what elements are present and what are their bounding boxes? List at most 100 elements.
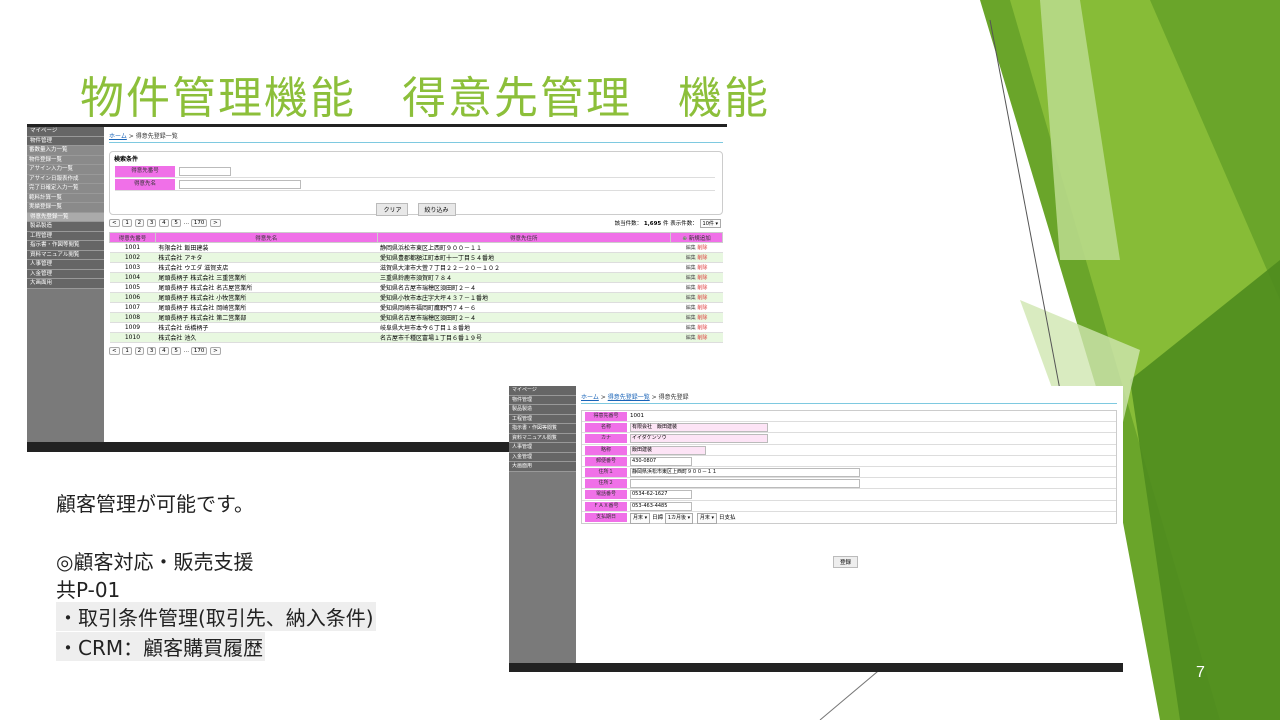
sidebar-item[interactable]: 完了日確定入力一覧 [27,184,104,194]
pager-page[interactable]: 5 [171,219,181,227]
delete-button[interactable]: 削除 [697,295,707,301]
delete-button[interactable]: 削除 [697,325,707,331]
sidebar-item[interactable]: 人事管理 [509,443,576,453]
table-row[interactable]: 1007 尾頭長柄子 株式会社 岡崎営業所 愛知県岡崎市福岡町鷹野門７４－６ 編集 削… [109,302,723,313]
delete-button[interactable]: 削除 [697,255,707,261]
pager-last[interactable]: 170 [190,219,208,227]
field-value[interactable]: 053-463-4485 [630,501,692,511]
col-header-number[interactable]: 得意先番号 [109,232,156,243]
pager-page[interactable]: 4 [159,347,169,355]
pager-page[interactable]: 1 [122,219,132,227]
sidebar-item[interactable]: マイページ [509,386,576,396]
table-row[interactable]: 1004 尾頭長柄子 株式会社 三重営業所 三重県鈴鹿市須賀町７８４ 編集 削除 [109,272,723,283]
pager-prev[interactable]: < [109,219,120,227]
customer-number-input[interactable] [179,167,231,176]
breadcrumb-list-link[interactable]: 得意先登録一覧 [608,394,650,401]
slide: 物件管理機能 得意先管理 機能 マイページ 物件管理 番数量入力一覧 物件登録一覧 アサ… [0,0,1280,720]
edit-button[interactable]: 編集 [686,295,696,301]
sidebar-item[interactable]: 番数量入力一覧 [27,146,104,156]
pager-next[interactable]: > [210,219,221,227]
sidebar-item[interactable]: 入金管理 [509,452,576,462]
delete-button[interactable]: 削除 [697,265,707,271]
table-row[interactable]: 1005 尾頭長柄子 株式会社 名古屋営業所 愛知県名古屋市瑞穂区須田町２－４ 編集 … [109,282,723,293]
table-row[interactable]: 1002 株式会社 アキタ 愛知県豊郡都額江町本町十一丁目５４番地 編集 削除 [109,252,723,263]
delete-button[interactable]: 削除 [697,275,707,281]
table-row[interactable]: 1009 株式会社 岳橋柄子 岐阜県大垣市本今６丁目１８番地 編集 削除 [109,322,723,333]
per-page-select[interactable]: 10件 ▾ [699,219,721,228]
delete-button[interactable]: 削除 [697,335,707,341]
register-button[interactable]: 登録 [833,556,859,568]
breadcrumb-home-link[interactable]: ホーム [109,133,127,140]
pager-page[interactable]: 5 [171,347,181,355]
sidebar-item[interactable]: 実績登録一覧 [27,203,104,213]
clear-button[interactable]: クリア [376,203,409,216]
sidebar-item[interactable]: 資料マニュアル閲覧 [509,433,576,443]
sidebar-item[interactable]: 大画面用 [509,462,576,472]
filter-button[interactable]: 絞り込み [417,203,456,216]
edit-button[interactable]: 編集 [686,275,696,281]
sidebar-item[interactable]: 資料マニュアル閲覧 [27,250,104,260]
sidebar-item[interactable]: 物件管理 [27,136,104,146]
edit-button[interactable]: 編集 [686,265,696,271]
table-row[interactable]: 1006 尾頭長柄子 株式会社 小牧営業所 愛知県小牧市本庄字大坪４３７－１番地 編集… [109,292,723,303]
col-header-name[interactable]: 得意先名 [154,232,378,243]
sidebar-item[interactable]: アサイン入力一覧 [27,165,104,175]
field-value[interactable]: 静岡県浜松市東区上西町９００－１１ [630,467,860,477]
sidebar-item[interactable]: 物件管理 [509,395,576,405]
edit-button[interactable]: 編集 [686,335,696,341]
pager-last[interactable]: 170 [190,347,208,355]
table-row[interactable]: 1001 有限会社 飯田建装 静岡県浜松市東区上西町９００－１１ 編集 削除 [109,242,723,253]
field-value[interactable] [630,479,860,489]
sidebar-item[interactable]: 製品製造 [509,405,576,415]
sidebar-item[interactable]: 指示書・作図等閲覧 [27,241,104,251]
delete-button[interactable]: 削除 [697,285,707,291]
sidebar-item[interactable]: 得意先登録一覧 [27,212,104,222]
pager-bottom: < 1 2 3 4 5 … 170 > [109,347,723,359]
sidebar-item[interactable]: 工程管理 [509,414,576,424]
pager-page[interactable]: 2 [134,219,145,227]
payment-day-select[interactable]: 月末 ▾ [696,512,718,524]
edit-button[interactable]: 編集 [686,315,696,321]
edit-button[interactable]: 編集 [686,285,696,291]
pager-next[interactable]: > [210,347,221,355]
pager-page[interactable]: 4 [159,219,169,227]
sidebar-item[interactable]: アサイン日報表作成 [27,174,104,184]
delete-button[interactable]: 削除 [697,245,707,251]
delete-button[interactable]: 削除 [697,315,707,321]
new-add-button[interactable]: ⊕ 新規追加 [670,232,723,243]
table-row[interactable]: 1010 株式会社 池久 名古屋市千種区富場１丁目６番１９号 編集 削除 [109,332,723,343]
pager-page[interactable]: 1 [122,347,132,355]
breadcrumb-home-link[interactable]: ホーム [581,394,599,401]
sidebar-item[interactable]: 人事管理 [27,260,104,270]
sidebar-item[interactable]: 指示書・作図等閲覧 [509,424,576,434]
sidebar-item[interactable]: 入金管理 [27,269,104,279]
sidebar-item[interactable]: 製品製造 [27,222,104,232]
col-header-address[interactable]: 得意先住所 [376,232,672,243]
cell-name: 株式会社 ウエダ 滋賀支店 [155,262,378,273]
sidebar-item[interactable]: マイページ [27,127,104,137]
field-value[interactable]: 飯田建装 [630,445,706,455]
edit-button[interactable]: 編集 [686,325,696,331]
sidebar-item[interactable]: 物件登録一覧 [27,155,104,165]
table-row[interactable]: 1008 尾頭長柄子 株式会社 第二営業部 愛知県名古屋市瑞穂区須田町２－４ 編集 削… [109,312,723,323]
pager-page[interactable]: 2 [134,347,145,355]
delete-button[interactable]: 削除 [697,305,707,311]
sidebar-item[interactable]: 工程管理 [27,231,104,241]
customer-name-input[interactable] [179,180,301,189]
pager-prev[interactable]: < [109,347,120,355]
closing-day-select[interactable]: 月末 ▾ [630,512,651,524]
edit-button[interactable]: 編集 [686,255,696,261]
field-value[interactable]: イイダケンソウ [630,434,768,444]
sidebar-item[interactable]: 大画面用 [27,279,104,289]
edit-button[interactable]: 編集 [686,245,696,251]
sidebar-item[interactable]: 範料計算一覧 [27,193,104,203]
edit-button[interactable]: 編集 [686,305,696,311]
payment-month-select[interactable]: 1カ月後 ▾ [664,512,694,524]
field-value[interactable]: 0534-62-1627 [630,490,692,500]
cell-name: 尾頭長柄子 株式会社 第二営業部 [155,312,378,323]
pager-page[interactable]: 3 [146,219,157,227]
field-value[interactable]: 430-0807 [630,456,692,466]
table-row[interactable]: 1003 株式会社 ウエダ 滋賀支店 滋賀県大津市大萱７丁目２２－２０－１０２ 編集 … [109,262,723,273]
pager-page[interactable]: 3 [146,347,157,355]
field-value[interactable]: 有限会社 飯田建装 [630,423,768,433]
